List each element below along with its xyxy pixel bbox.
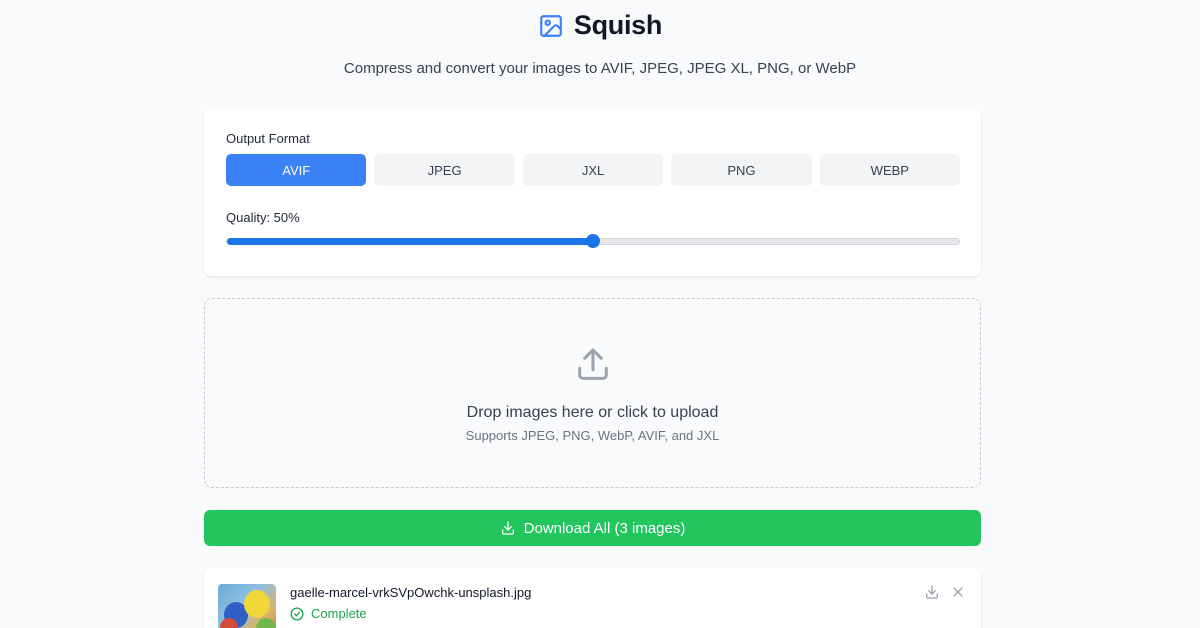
quality-slider[interactable] bbox=[226, 234, 960, 248]
file-status: Complete bbox=[290, 606, 367, 621]
quality-slider-thumb[interactable] bbox=[586, 234, 600, 248]
quality-slider-fill bbox=[227, 238, 593, 245]
dropzone-subtitle: Supports JPEG, PNG, WebP, AVIF, and JXL bbox=[465, 428, 720, 443]
download-icon bbox=[926, 585, 938, 599]
file-name: gaelle-marcel-vrkSVpOwchk-unsplash.jpg bbox=[290, 585, 532, 600]
file-status-label: Complete bbox=[311, 606, 367, 621]
upload-dropzone[interactable]: Drop images here or click to upload Supp… bbox=[204, 298, 981, 488]
format-button-jpeg[interactable]: JPEG bbox=[374, 154, 515, 186]
download-all-button[interactable]: Download All (3 images) bbox=[204, 510, 981, 546]
format-button-png[interactable]: PNG bbox=[671, 154, 812, 186]
download-all-label: Download All (3 images) bbox=[523, 519, 686, 537]
output-format-label: Output Format bbox=[226, 131, 310, 146]
download-icon bbox=[501, 521, 514, 535]
format-button-webp[interactable]: WEBP bbox=[819, 154, 961, 186]
page: Squish Compress and convert your images … bbox=[0, 0, 1200, 628]
file-download-button[interactable] bbox=[922, 582, 942, 602]
format-button-avif[interactable]: AVIF bbox=[226, 154, 367, 186]
app-subtitle: Compress and convert your images to AVIF… bbox=[343, 60, 857, 77]
quality-label: Quality: 50% bbox=[226, 210, 300, 225]
format-button-jxl[interactable]: JXL bbox=[522, 154, 664, 186]
settings-card: Output Format AVIF JPEG JXL PNG WEBP Qua… bbox=[204, 108, 981, 276]
check-circle-icon bbox=[290, 607, 304, 620]
file-thumbnail bbox=[218, 584, 276, 628]
close-icon bbox=[953, 587, 963, 597]
file-row: gaelle-marcel-vrkSVpOwchk-unsplash.jpg C… bbox=[204, 568, 981, 628]
app-header: Squish bbox=[0, 10, 1200, 41]
format-selector: AVIF JPEG JXL PNG WEBP bbox=[226, 154, 961, 186]
upload-icon bbox=[578, 348, 608, 380]
dropzone-title: Drop images here or click to upload bbox=[466, 404, 719, 421]
file-remove-button[interactable] bbox=[948, 582, 968, 602]
image-icon bbox=[540, 14, 562, 37]
app-title: Squish bbox=[573, 10, 663, 40]
